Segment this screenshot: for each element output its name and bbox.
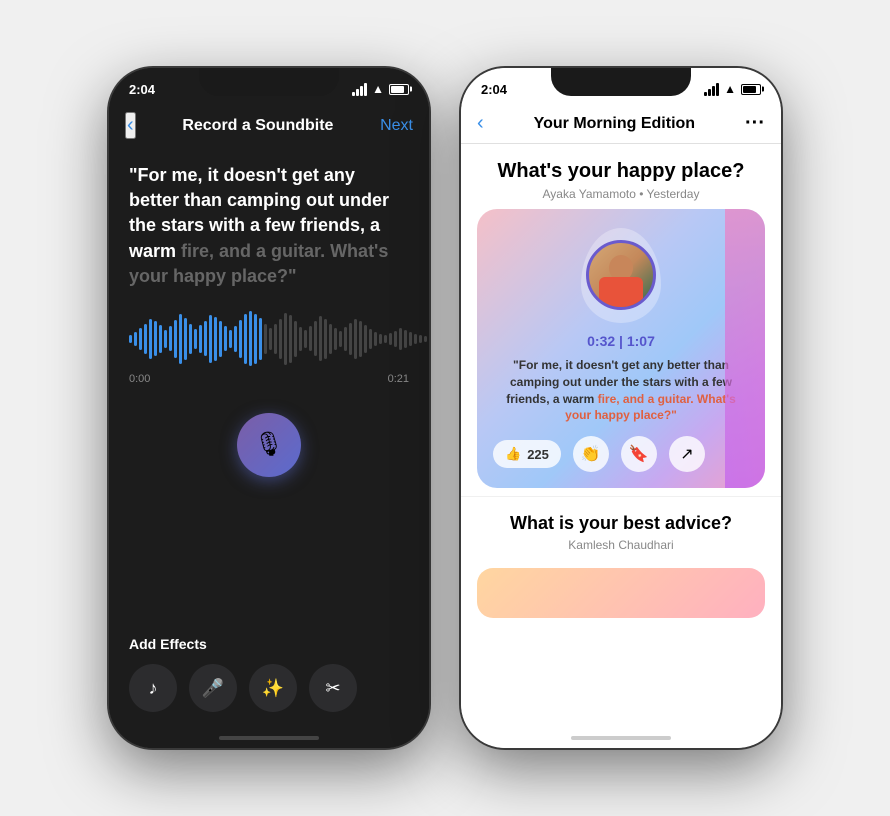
thumbs-up-icon: 👍: [505, 446, 521, 462]
avatar: [586, 240, 656, 310]
home-bar: [219, 736, 319, 740]
post2-meta: Kamlesh Chaudhari: [481, 538, 761, 552]
card-playback-time: 0:32 | 1:07: [587, 333, 655, 349]
card-quote: "For me, it doesn't get any better than …: [493, 357, 749, 424]
status-icons-left: ▲: [352, 82, 409, 96]
waveform-end: 0:21: [388, 373, 409, 385]
bookmark-button[interactable]: 🔖: [621, 436, 657, 472]
post1-meta: Ayaka Yamamoto • Yesterday: [481, 187, 761, 201]
phone-notch-right: [551, 68, 691, 96]
waveform-times: 0:00 0:21: [129, 373, 409, 385]
right-phone-screen: 2:04 ▲ ‹ Your Morning Edition ···: [461, 68, 781, 748]
next-button[interactable]: Next: [380, 117, 413, 135]
mic-button[interactable]: 🎙: [237, 413, 301, 477]
status-icons-right: ▲: [704, 82, 761, 96]
mic-section: 🎙: [129, 413, 409, 477]
like-count: 225: [527, 447, 549, 462]
effects-title: Add Effects: [129, 636, 409, 652]
home-indicator-right: [461, 728, 781, 748]
sparkle-effect-button[interactable]: ✨: [249, 664, 297, 712]
avatar-person: [589, 243, 653, 307]
share-button[interactable]: ↗: [669, 436, 705, 472]
left-phone: 2:04 ▲ ‹ Record a Soundbite Next: [109, 68, 429, 748]
home-indicator-left: [109, 728, 429, 748]
home-bar-light: [571, 736, 671, 740]
status-time-right: 2:04: [481, 82, 507, 97]
signal-icon-right: [704, 83, 719, 96]
light-content: What's your happy place? Ayaka Yamamoto …: [461, 144, 781, 728]
avatar-body: [599, 277, 643, 307]
light-back-button[interactable]: ‹: [477, 112, 484, 135]
back-button[interactable]: ‹: [125, 112, 136, 139]
effects-buttons: ♪ 🎤 ✨ ✂: [129, 664, 409, 712]
phone-notch: [199, 68, 339, 96]
more-options-button[interactable]: ···: [745, 112, 765, 135]
card-actions: 👍 225 👏 🔖 ↗: [493, 436, 749, 472]
post2-title: What is your best advice?: [481, 513, 761, 534]
like-button[interactable]: 👍 225: [493, 440, 561, 468]
avatar-container: [576, 225, 666, 325]
light-nav: ‹ Your Morning Edition ···: [461, 104, 781, 144]
share-icon: ↗: [680, 444, 693, 464]
effects-section: Add Effects ♪ 🎤 ✨ ✂: [109, 624, 429, 728]
clap-icon: 👏: [581, 444, 601, 464]
wifi-icon-right: ▲: [724, 82, 736, 96]
waveform-start: 0:00: [129, 373, 150, 385]
card-bg-accent: [725, 209, 765, 488]
trim-effect-button[interactable]: ✂: [309, 664, 357, 712]
nav-title-right: Your Morning Edition: [534, 115, 695, 133]
post1-title: What's your happy place?: [481, 160, 761, 183]
dark-nav: ‹ Record a Soundbite Next: [109, 104, 429, 147]
status-time-left: 2:04: [129, 82, 155, 97]
music-effect-button[interactable]: ♪: [129, 664, 177, 712]
voice-effect-button[interactable]: 🎤: [189, 664, 237, 712]
battery-icon-right: [741, 84, 761, 95]
left-phone-screen: 2:04 ▲ ‹ Record a Soundbite Next: [109, 68, 429, 748]
post2-section: What is your best advice? Kamlesh Chaudh…: [461, 496, 781, 560]
signal-icon: [352, 83, 367, 96]
mic-icon: 🎙: [254, 430, 284, 459]
right-phone: 2:04 ▲ ‹ Your Morning Edition ···: [461, 68, 781, 748]
dark-content: "For me, it doesn't get any better than …: [109, 147, 429, 624]
wifi-icon: ▲: [372, 82, 384, 96]
waveform-container: 0:00 0:21: [129, 309, 409, 385]
post2-card-preview: [477, 568, 765, 618]
soundbite-card: 0:32 | 1:07 "For me, it doesn't get any …: [477, 209, 765, 488]
battery-icon: [389, 84, 409, 95]
soundbite-text: "For me, it doesn't get any better than …: [129, 163, 409, 289]
clap-button[interactable]: 👏: [573, 436, 609, 472]
nav-title-left: Record a Soundbite: [182, 117, 333, 135]
bookmark-icon: 🔖: [629, 444, 649, 464]
post1-header: What's your happy place? Ayaka Yamamoto …: [461, 144, 781, 209]
waveform[interactable]: [129, 309, 409, 369]
